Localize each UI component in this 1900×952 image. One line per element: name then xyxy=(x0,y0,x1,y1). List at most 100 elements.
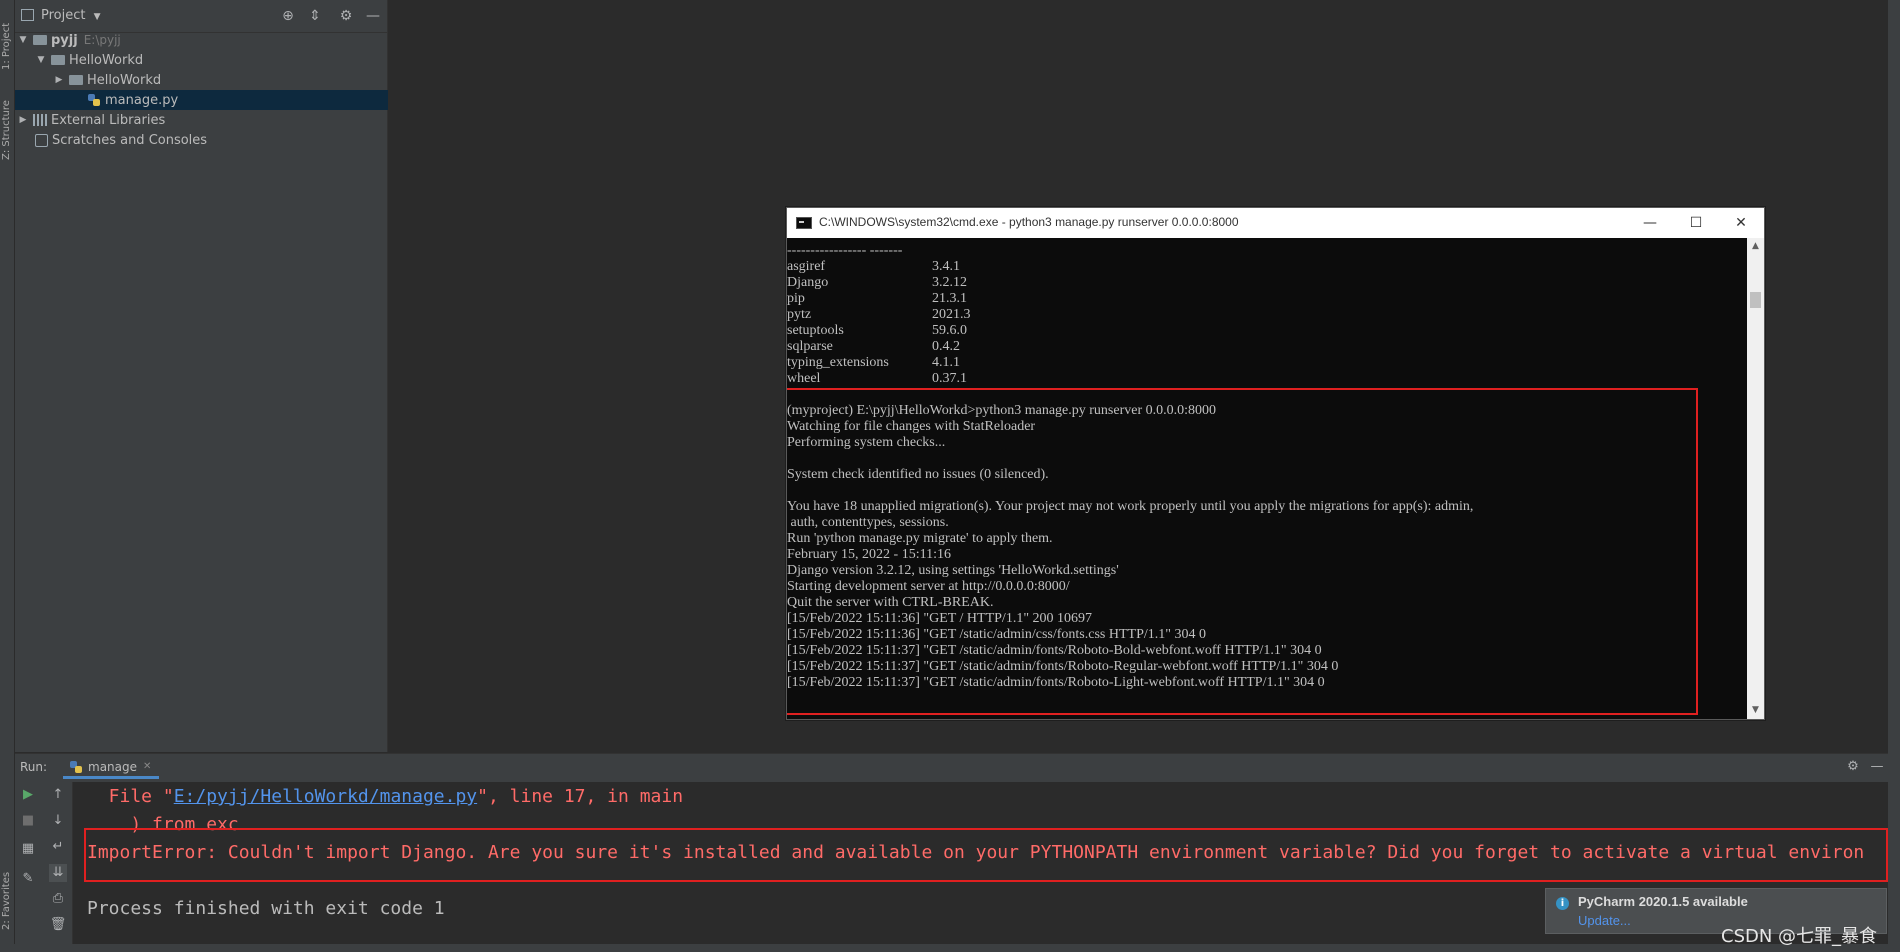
scratches-icon xyxy=(35,133,48,147)
tree-item-label: HelloWorkd xyxy=(87,72,162,88)
favorites-tool-tab[interactable]: 2: Favorites xyxy=(1,850,13,930)
minimize-panel-icon[interactable]: — xyxy=(365,8,381,24)
tree-item-label: pyjj xyxy=(51,32,78,48)
tree-item-label: External Libraries xyxy=(51,112,166,128)
package-name: sqlparse xyxy=(787,339,833,354)
cmd-scrollbar[interactable]: ▲ ▼ xyxy=(1747,238,1764,719)
package-name: Django xyxy=(787,275,829,290)
traceback-file-link[interactable]: E:/pyjj/HelloWorkd/manage.py xyxy=(174,786,477,807)
package-version: 21.3.1 xyxy=(932,291,967,306)
run-tab-label: manage xyxy=(88,759,138,774)
library-icon xyxy=(33,114,47,126)
status-bar xyxy=(0,944,1900,952)
minimize-panel-icon[interactable]: — xyxy=(1868,758,1886,776)
tree-item-label: manage.py xyxy=(105,92,179,108)
package-name: typing_extensions xyxy=(787,355,889,370)
arrow-up-icon[interactable]: ↑ xyxy=(49,786,67,804)
tree-item-path: E:\pyjj xyxy=(83,33,121,47)
folder-icon xyxy=(69,75,83,85)
maximize-window-button[interactable]: ☐ xyxy=(1673,208,1719,238)
scroll-to-end-icon[interactable]: ⇊ xyxy=(49,864,67,882)
package-name: wheel xyxy=(787,371,821,386)
stop-icon[interactable]: ■ xyxy=(19,812,37,830)
tree-item-manage-py[interactable]: manage.py xyxy=(15,90,443,110)
package-version: 3.4.1 xyxy=(932,259,960,274)
package-row: sqlparse 0.4.2 xyxy=(787,339,1087,355)
package-separator: ----------------- ------- xyxy=(787,243,903,258)
chevron-right-icon[interactable]: ▶ xyxy=(17,115,29,125)
chevron-down-icon[interactable]: ▼ xyxy=(35,55,47,65)
package-version: 0.4.2 xyxy=(932,339,960,354)
package-version: 59.6.0 xyxy=(932,323,967,338)
chevron-down-icon: ▼ xyxy=(93,12,101,22)
gear-icon[interactable]: ⚙ xyxy=(1844,758,1862,776)
cmd-window[interactable]: C:\WINDOWS\system32\cmd.exe - python3 ma… xyxy=(786,207,1765,720)
scrollbar-thumb[interactable] xyxy=(1750,292,1761,308)
run-tab-manage[interactable]: manage ✕ xyxy=(63,757,160,779)
folder-icon xyxy=(51,55,65,65)
package-version: 0.37.1 xyxy=(932,371,967,386)
python-file-icon xyxy=(87,93,101,107)
project-tool-tab[interactable]: 1: Project xyxy=(1,6,13,70)
highlight-box xyxy=(84,828,1888,882)
cmd-titlebar[interactable]: C:\WINDOWS\system32\cmd.exe - python3 ma… xyxy=(787,208,1764,238)
locate-file-icon[interactable]: ⊕ xyxy=(280,8,296,24)
chevron-right-icon[interactable]: ▶ xyxy=(53,75,65,85)
package-row: wheel 0.37.1 xyxy=(787,371,1087,387)
update-link[interactable]: Update... xyxy=(1578,913,1631,928)
project-panel-header: Project ▼ ⊕ ⇕ ⚙ — xyxy=(15,0,387,33)
project-view-icon xyxy=(21,9,34,21)
package-row: setuptools 59.6.0 xyxy=(787,323,1087,339)
folder-icon xyxy=(33,35,47,45)
structure-tool-tab[interactable]: Z: Structure xyxy=(1,80,13,160)
package-row: pytz 2021.3 xyxy=(787,307,1087,323)
info-icon: i xyxy=(1556,897,1569,910)
soft-wrap-icon[interactable]: ↵ xyxy=(49,838,67,856)
collapse-all-icon[interactable]: ⇕ xyxy=(307,8,323,24)
package-name: pytz xyxy=(787,307,812,322)
package-name: pip xyxy=(787,291,805,306)
tree-item-helloworkd-package[interactable]: ▶ HelloWorkd xyxy=(15,70,425,90)
process-finished-line: Process finished with exit code 1 xyxy=(87,898,445,919)
arrow-down-icon[interactable]: ↓ xyxy=(49,812,67,830)
close-window-button[interactable]: ✕ xyxy=(1718,208,1764,238)
console-toolbar: ↑ ↓ ↵ ⇊ ⎙ 🗑 xyxy=(44,782,73,952)
traceback-prefix: File " xyxy=(87,786,174,807)
run-panel-header: Run: manage ✕ ⚙ — xyxy=(15,753,1888,783)
chevron-down-icon[interactable]: ▼ xyxy=(17,35,29,45)
play-icon[interactable]: ▶ xyxy=(19,786,37,804)
package-version: 2021.3 xyxy=(932,307,971,322)
cmd-title: C:\WINDOWS\system32\cmd.exe - python3 ma… xyxy=(819,215,1239,229)
trash-icon[interactable]: 🗑 xyxy=(49,916,67,934)
console-icon xyxy=(796,217,812,229)
tree-item-label: Scratches and Consoles xyxy=(52,132,208,148)
pin-icon[interactable]: ✎ xyxy=(19,870,37,888)
tree-item-scratches[interactable]: Scratches and Consoles xyxy=(15,130,407,150)
right-tool-strip xyxy=(1888,0,1900,952)
traceback-suffix: ", line 17, in main xyxy=(477,786,684,807)
package-version: 4.1.1 xyxy=(932,355,960,370)
watermark: CSDN @七罪_暴食 xyxy=(1721,926,1878,947)
tree-item-pyjj[interactable]: ▼ pyjj E:\pyjj xyxy=(15,30,389,50)
project-view-selector[interactable]: Project ▼ xyxy=(41,8,101,23)
project-panel: Project ▼ ⊕ ⇕ ⚙ — ▼ pyjj E:\pyjj ▼ Hello… xyxy=(15,0,443,752)
package-name: asgiref xyxy=(787,259,826,274)
print-icon[interactable]: ⎙ xyxy=(49,890,67,908)
notification-title: PyCharm 2020.1.5 available xyxy=(1578,894,1748,909)
tree-item-helloworkd[interactable]: ▼ HelloWorkd xyxy=(15,50,407,70)
minimize-window-button[interactable]: — xyxy=(1627,208,1673,238)
cmd-output: ----------------- ------- asgiref 3.4.1 D… xyxy=(787,238,1747,719)
scroll-up-icon[interactable]: ▲ xyxy=(1747,238,1764,255)
project-view-label: Project xyxy=(41,8,86,23)
gear-icon[interactable]: ⚙ xyxy=(338,8,354,24)
highlight-box xyxy=(787,388,1698,715)
layout-icon[interactable]: ▦ xyxy=(19,840,37,858)
close-icon[interactable]: ✕ xyxy=(143,761,151,772)
package-row: asgiref 3.4.1 xyxy=(787,259,1087,275)
traceback-file-line: File "E:/pyjj/HelloWorkd/manage.py", lin… xyxy=(87,786,683,807)
tree-item-label: HelloWorkd xyxy=(69,52,144,68)
package-name: setuptools xyxy=(787,323,844,338)
python-file-icon xyxy=(69,760,83,774)
tree-item-external-libraries[interactable]: ▶ External Libraries xyxy=(15,110,389,130)
scroll-down-icon[interactable]: ▼ xyxy=(1747,702,1764,719)
